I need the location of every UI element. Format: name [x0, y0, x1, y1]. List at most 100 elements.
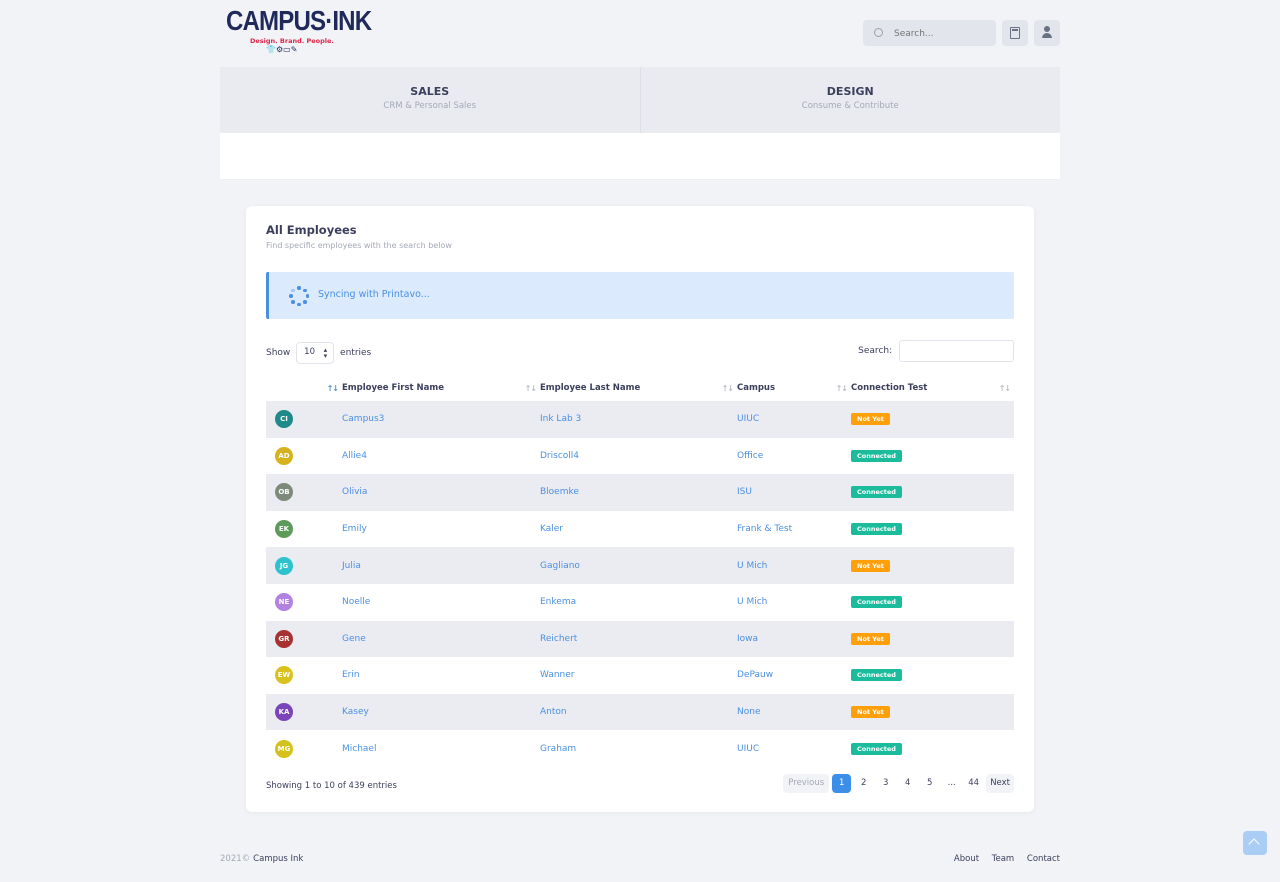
- footer-link-contact[interactable]: Contact: [1027, 854, 1060, 864]
- connection-cell: Not Yet: [851, 547, 1014, 584]
- pagination-page[interactable]: 2: [854, 774, 873, 793]
- col-first-name-header[interactable]: Employee First Name ↑↓: [342, 375, 540, 401]
- sync-alert: Syncing with Printavo...: [266, 272, 1014, 319]
- col-last-name-header[interactable]: Employee Last Name ↑↓: [540, 375, 737, 401]
- avatar: NE: [275, 593, 293, 612]
- status-badge: Not Yet: [851, 413, 890, 426]
- avatar: JG: [275, 556, 293, 575]
- campus-cell[interactable]: DePauw: [737, 657, 851, 694]
- table-row[interactable]: OB Olivia Bloemke ISU Connected: [266, 474, 1014, 511]
- table-row[interactable]: MG Michael Graham UIUC Connected: [266, 730, 1014, 767]
- header-search-input[interactable]: [892, 24, 992, 44]
- sort-icon: ↑↓: [835, 384, 848, 393]
- user-menu-button[interactable]: [1034, 20, 1060, 46]
- campus-cell[interactable]: UIUC: [737, 401, 851, 438]
- table-row[interactable]: EK Emily Kaler Frank & Test Connected: [266, 511, 1014, 548]
- pagination-page[interactable]: 44: [964, 774, 983, 793]
- last-name-cell[interactable]: Gagliano: [540, 547, 737, 584]
- footer-link-team[interactable]: Team: [992, 854, 1014, 864]
- table-row[interactable]: GR Gene Reichert Iowa Not Yet: [266, 620, 1014, 658]
- last-name-cell[interactable]: Wanner: [540, 657, 737, 694]
- avatar-cell: NE: [266, 584, 342, 621]
- avatar-cell: AD: [266, 438, 342, 475]
- nav-tab-sales[interactable]: SALES CRM & Personal Sales: [220, 67, 640, 133]
- table-row[interactable]: AD Allie4 Driscoll4 Office Connected: [266, 438, 1014, 475]
- logo-icons: 👕⚙▭✎: [266, 45, 298, 54]
- nav-tab-subtitle: Consume & Contribute: [801, 101, 899, 111]
- table-search-input[interactable]: [899, 340, 1014, 362]
- campus-cell[interactable]: U Mich: [737, 584, 851, 621]
- first-name-cell[interactable]: Emily: [342, 511, 540, 548]
- logo-wordmark: CAMPUS·INK: [226, 5, 372, 36]
- pagination-previous[interactable]: Previous: [783, 774, 830, 793]
- pagination-next[interactable]: Next: [986, 774, 1014, 793]
- first-name-cell[interactable]: Kasey: [342, 693, 540, 731]
- col-campus-header[interactable]: Campus ↑↓: [737, 375, 851, 401]
- table-info: Showing 1 to 10 of 439 entries: [266, 781, 397, 791]
- last-name-cell[interactable]: Enkema: [540, 584, 737, 621]
- campus-cell[interactable]: Frank & Test: [737, 511, 851, 548]
- sync-alert-text: Syncing with Printavo...: [318, 289, 430, 300]
- last-name-cell[interactable]: Kaler: [540, 511, 737, 548]
- first-name-cell[interactable]: Allie4: [342, 438, 540, 475]
- header-search[interactable]: [863, 20, 996, 46]
- first-name-cell[interactable]: Olivia: [342, 474, 540, 511]
- avatar-cell: EW: [266, 657, 342, 694]
- last-name-cell[interactable]: Graham: [540, 730, 737, 767]
- table-row[interactable]: CI Campus3 Ink Lab 3 UIUC Not Yet: [266, 401, 1014, 438]
- last-name-cell[interactable]: Bloemke: [540, 474, 737, 511]
- header: CAMPUS·INK Design. Brand. People. 👕⚙▭✎: [220, 0, 1060, 67]
- status-badge: Connected: [851, 596, 902, 609]
- table-row[interactable]: KA Kasey Anton None Not Yet: [266, 693, 1014, 731]
- entries-select[interactable]: 10 ▴ ▾: [296, 342, 335, 364]
- show-label: Show: [266, 348, 291, 358]
- avatar: EW: [275, 666, 293, 685]
- connection-cell: Connected: [851, 511, 1014, 548]
- nav-tab-design[interactable]: DESIGN Consume & Contribute: [639, 67, 1061, 133]
- last-name-cell[interactable]: Anton: [540, 693, 737, 731]
- last-name-cell[interactable]: Driscoll4: [540, 438, 737, 475]
- calculator-button[interactable]: [1002, 20, 1028, 46]
- campus-cell[interactable]: Iowa: [737, 620, 851, 658]
- avatar: GR: [275, 629, 293, 648]
- sort-icon: ↑↓: [998, 384, 1011, 393]
- table-row[interactable]: JG Julia Gagliano U Mich Not Yet: [266, 547, 1014, 584]
- campus-cell[interactable]: Office: [737, 438, 851, 475]
- last-name-cell[interactable]: Ink Lab 3: [540, 401, 737, 438]
- logo-tagline: Design. Brand. People.: [250, 37, 334, 45]
- campus-cell[interactable]: UIUC: [737, 730, 851, 767]
- campus-cell[interactable]: U Mich: [737, 547, 851, 584]
- scroll-to-top-button[interactable]: [1243, 831, 1267, 855]
- avatar-cell: JG: [266, 547, 342, 584]
- campus-cell[interactable]: ISU: [737, 474, 851, 511]
- campus-ink-logo[interactable]: CAMPUS·INK Design. Brand. People. 👕⚙▭✎: [226, 5, 372, 55]
- card-subtitle: Find specific employees with the search …: [266, 241, 452, 250]
- nav-tab-subtitle: CRM & Personal Sales: [383, 101, 477, 111]
- first-name-cell[interactable]: Campus3: [342, 401, 540, 438]
- pagination-page[interactable]: 4: [898, 774, 917, 793]
- footer-brand-link[interactable]: Campus Ink: [253, 854, 303, 864]
- connection-cell: Not Yet: [851, 401, 1014, 438]
- first-name-cell[interactable]: Gene: [342, 620, 540, 658]
- first-name-cell[interactable]: Julia: [342, 547, 540, 584]
- table-row[interactable]: NE Noelle Enkema U Mich Connected: [266, 584, 1014, 621]
- entries-value: 10: [304, 347, 315, 357]
- col-avatar-header[interactable]: ↑↓: [266, 375, 342, 401]
- table-row[interactable]: EW Erin Wanner DePauw Connected: [266, 657, 1014, 694]
- pagination-ellipsis: ...: [947, 778, 956, 788]
- select-arrows-icon: ▴ ▾: [323, 346, 328, 360]
- first-name-cell[interactable]: Michael: [342, 730, 540, 767]
- first-name-cell[interactable]: Erin: [342, 657, 540, 694]
- connection-cell: Connected: [851, 730, 1014, 767]
- search-icon: [874, 28, 883, 37]
- pagination-page[interactable]: 3: [876, 774, 895, 793]
- last-name-cell[interactable]: Reichert: [540, 620, 737, 658]
- col-connection-header[interactable]: Connection Test ↑↓: [851, 375, 1014, 401]
- footer-copyright: 2021© Campus Ink: [220, 854, 303, 864]
- first-name-cell[interactable]: Noelle: [342, 584, 540, 621]
- avatar: CI: [275, 410, 293, 429]
- footer-link-about[interactable]: About: [954, 854, 979, 864]
- pagination-page[interactable]: 1: [832, 774, 852, 793]
- pagination-page[interactable]: 5: [920, 774, 939, 793]
- campus-cell[interactable]: None: [737, 693, 851, 731]
